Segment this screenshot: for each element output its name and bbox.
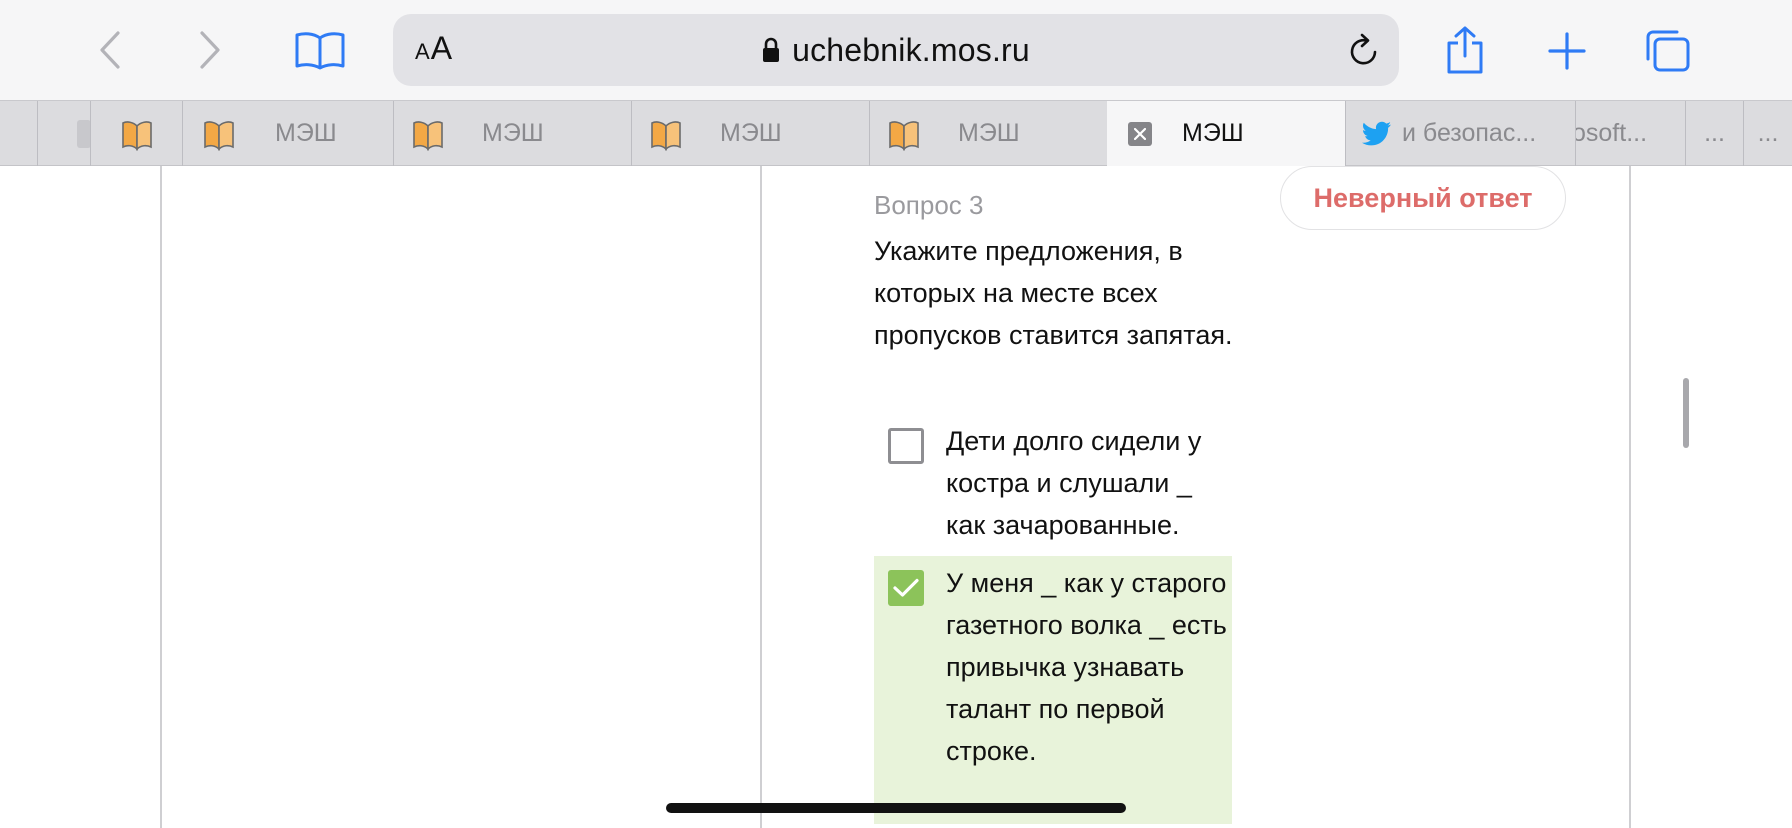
tab-pinned[interactable] (37, 101, 91, 166)
page-right-border (1629, 166, 1631, 828)
tabs-icon (1646, 30, 1690, 72)
answer-option[interactable]: Дети долго сидели у костра и слушали _ к… (874, 420, 1232, 554)
mesh-book-icon (651, 120, 681, 151)
chevron-right-icon (200, 31, 220, 69)
tab-mesh-2[interactable]: МЭШ (393, 101, 631, 166)
answer-option-selected[interactable]: У меня _ как у старого газетного волка _… (874, 556, 1232, 824)
mesh-book-icon (121, 120, 152, 151)
bookmarks-button[interactable] (294, 28, 346, 72)
answer-checkbox[interactable] (888, 428, 924, 464)
tab-mesh-active[interactable]: МЭШ (1107, 101, 1345, 166)
tab-bar: МЭШ МЭШ МЭШ МЭШ МЭШ и безопас... osoft..… (0, 100, 1792, 166)
checkmark-icon (893, 578, 919, 597)
back-button[interactable] (92, 28, 128, 72)
answer-option-text: Дети долго сидели у костра и слушали _ к… (946, 426, 1202, 540)
tab-close-button[interactable] (1128, 121, 1152, 146)
tabs-overview-button[interactable] (1644, 28, 1692, 74)
question-text: Укажите предложения, в которых на месте … (874, 236, 1233, 350)
forward-button[interactable] (192, 28, 228, 72)
close-icon (1134, 127, 1146, 140)
tab-mesh-3[interactable]: МЭШ (631, 101, 869, 166)
answer-option-text: У меня _ как у старого газетного волка _… (946, 568, 1227, 766)
home-indicator[interactable] (666, 803, 1126, 813)
verdict-badge: Неверный ответ (1280, 166, 1566, 230)
scrollbar-thumb[interactable] (1683, 378, 1689, 448)
answer-checkbox-checked[interactable] (888, 570, 924, 606)
reload-button[interactable] (1347, 32, 1381, 73)
tab-microsoft[interactable]: osoft... (1575, 101, 1685, 166)
page-icon (77, 119, 91, 148)
question-number: Вопрос 3 (874, 190, 984, 220)
book-open-icon (295, 32, 345, 70)
twitter-bird-icon (1362, 121, 1391, 145)
address-bar[interactable]: AA uchebnik.mos.ru (393, 14, 1399, 86)
mesh-book-icon (413, 120, 443, 151)
browser-toolbar: AA uchebnik.mos.ru (0, 0, 1792, 100)
url-text: uchebnik.mos.ru (792, 31, 1030, 68)
share-button[interactable] (1444, 24, 1486, 76)
new-tab-button[interactable] (1546, 30, 1588, 72)
plus-icon (1548, 32, 1586, 70)
tab-more-1[interactable]: ... (1685, 101, 1743, 166)
mesh-book-icon (889, 120, 919, 151)
reload-icon (1350, 33, 1377, 65)
page-content: Вопрос 3 Неверный ответ Укажите предложе… (0, 166, 1792, 828)
tab-twitter[interactable]: и безопас... (1345, 101, 1575, 166)
tab-mesh-1[interactable]: МЭШ (182, 101, 393, 166)
tab-more-2[interactable]: ... (1743, 101, 1792, 166)
page-left-border (160, 166, 162, 828)
tab-mesh-4[interactable]: МЭШ (869, 101, 1107, 166)
lock-icon (763, 37, 780, 62)
chevron-left-icon (100, 31, 120, 69)
column-divider (760, 166, 762, 828)
share-icon (1447, 26, 1483, 74)
mesh-book-icon (204, 120, 234, 151)
tab-mesh-0[interactable] (90, 101, 182, 166)
